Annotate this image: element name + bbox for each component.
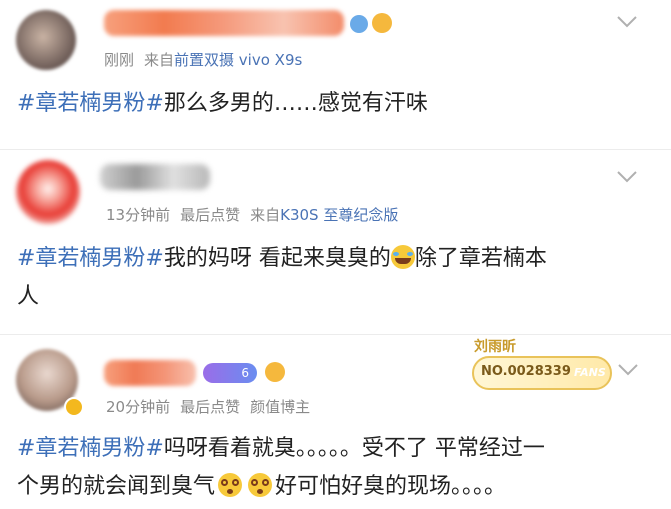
fan-badge-label: FANS [574,366,606,379]
fan-icon [265,362,285,382]
username-blurred[interactable] [100,164,210,190]
avatar[interactable] [16,10,76,70]
edited-label: 最后点赞 [180,398,241,416]
fan-badge-name: 刘雨昕 [474,339,516,355]
fan-badge-number: NO.0028339 [481,364,571,379]
hashtag-link[interactable]: #章若楠男粉# [17,246,164,271]
post-text: #章若楠男粉#那么多男的……感觉有汗味 [17,85,617,123]
hashtag-link[interactable]: #章若楠男粉# [17,91,164,116]
user-level-badge: 6 [203,363,257,383]
post-content-line2: 人 [17,284,40,309]
post-meta: 刚刚 来自前置双摄 vivo X9s [104,49,312,70]
post-time: 20分钟前 [106,398,171,416]
laugh-cry-emoji-icon [390,245,415,269]
chevron-down-icon[interactable] [616,15,638,29]
post-content: 我的妈呀 看起来臭臭的 [163,246,391,271]
post-source[interactable]: 前置双摄 vivo X9s [174,51,302,69]
source-prefix: 来自 [144,51,175,69]
post-meta: 20分钟前 最后点赞 颜值博主 [106,396,320,417]
dizzy-face-emoji-icon [248,473,273,497]
post-3: 6 刘雨昕 NO.0028339 FANS 20分钟前 最后点赞 颜值博主 #章若楠… [0,335,671,509]
post-content-line2: 个男的就会闻到臭气 [17,474,216,499]
user-role: 颜值博主 [250,398,311,416]
vip-icon [350,15,368,33]
username-blurred[interactable] [104,360,196,386]
post-content: 吗呀看着就臭。。。。。受不了 平常经过一 [163,436,545,461]
chevron-down-icon[interactable] [616,170,638,184]
source-prefix: 来自 [250,206,281,224]
post-text: #章若楠男粉#我的妈呀 看起来臭臭的 除了章若楠本 人 [17,240,617,316]
edited-label: 最后点赞 [180,206,241,224]
verified-icon [64,397,84,417]
username-blurred[interactable] [104,10,344,36]
avatar[interactable] [16,160,80,224]
post-source[interactable]: K30S 至尊纪念版 [280,206,398,224]
fan-icon [372,13,392,33]
post-content-cont: 除了章若楠本 [414,246,547,271]
dizzy-face-emoji-icon [218,473,243,497]
post-content-line2-end: 好可怕好臭的现场。。。。 [275,474,507,499]
post-text: #章若楠男粉#吗呀看着就臭。。。。。受不了 平常经过一 个男的就会闻到臭气 好可怕… [17,430,657,506]
post-2: 13分钟前 最后点赞 来自K30S 至尊纪念版 #章若楠男粉#我的妈呀 看起来臭臭的… [0,150,671,335]
chevron-down-icon[interactable] [617,363,639,377]
post-1: 刚刚 来自前置双摄 vivo X9s #章若楠男粉#那么多男的……感觉有汗味 [0,0,671,150]
post-content: 那么多男的……感觉有汗味 [163,91,428,116]
post-time: 刚刚 [104,51,135,69]
fans-badge[interactable]: NO.0028339 FANS [472,356,612,390]
post-meta: 13分钟前 最后点赞 来自K30S 至尊纪念版 [106,204,408,225]
post-time: 13分钟前 [106,206,171,224]
hashtag-link[interactable]: #章若楠男粉# [17,436,164,461]
